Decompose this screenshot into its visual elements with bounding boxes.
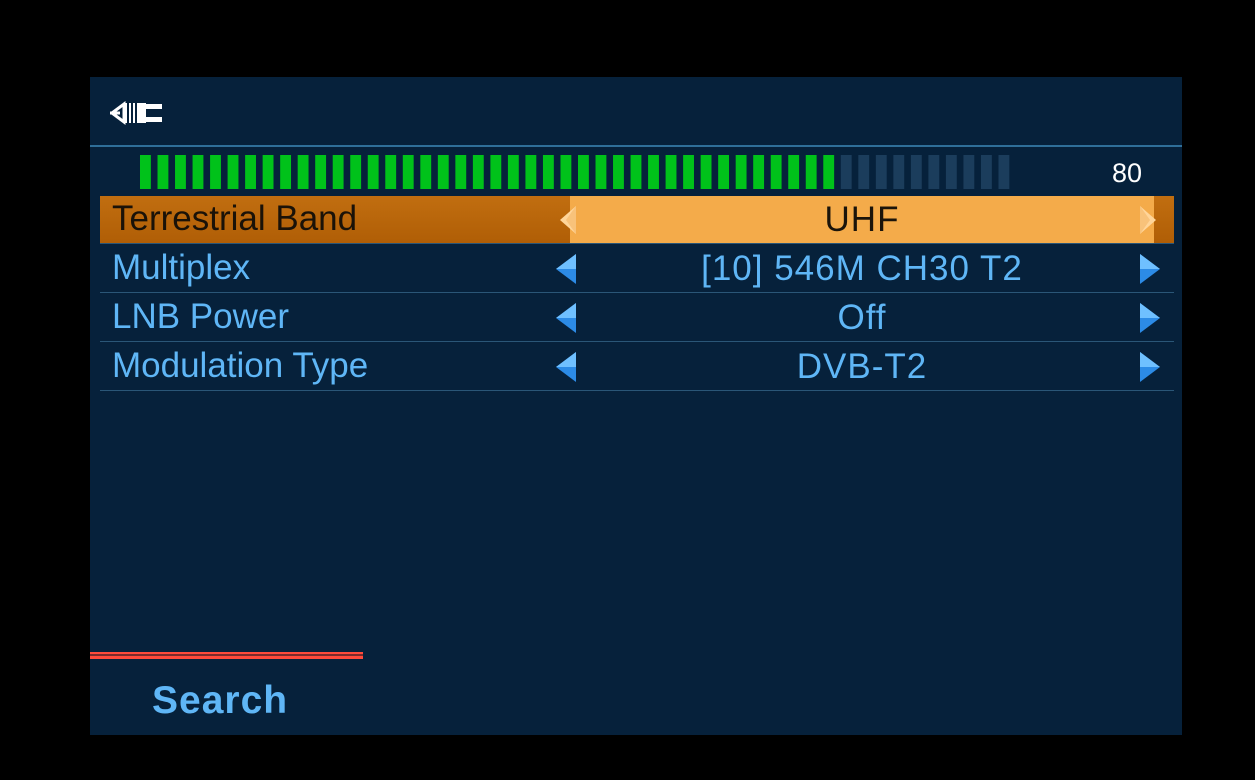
signal-segment-lit	[402, 155, 414, 189]
header-divider	[90, 145, 1182, 147]
signal-segment-unlit	[945, 155, 957, 189]
signal-segment-lit	[542, 155, 554, 189]
signal-segment-unlit	[998, 155, 1010, 189]
signal-segment-lit	[595, 155, 607, 189]
signal-value: 80	[1112, 158, 1143, 188]
signal-segment-lit	[437, 155, 449, 189]
signal-segment-unlit	[963, 155, 975, 189]
signal-segment-unlit	[840, 155, 852, 189]
signal-segment-unlit	[858, 155, 870, 189]
menu-value: UHF	[824, 200, 900, 239]
search-button[interactable]: Search	[152, 677, 288, 725]
menu-label: LNB Power	[112, 297, 290, 336]
signal-segment-lit	[192, 155, 204, 189]
signal-segment-lit	[332, 155, 344, 189]
menu-row-lnb-power[interactable]: LNB Power Off	[100, 294, 1174, 342]
signal-segment-lit	[367, 155, 379, 189]
menu-label: Terrestrial Band	[112, 199, 358, 238]
signal-segment-lit	[175, 155, 186, 189]
signal-segment-unlit	[893, 155, 905, 189]
arrow-right-icon[interactable]	[1138, 253, 1164, 285]
signal-segment-lit	[578, 155, 589, 189]
menu-value: Off	[837, 298, 887, 337]
signal-segment-lit	[297, 155, 309, 189]
signal-segment-lit	[210, 155, 221, 189]
signal-segment-lit	[805, 155, 817, 189]
signal-segment-lit	[683, 155, 694, 189]
menu-value: DVB-T2	[796, 347, 928, 386]
screen: 80 Terrestrial Band UHF Multiplex [10] 5…	[90, 77, 1182, 735]
menu-label: Modulation Type	[112, 346, 369, 385]
signal-segment-unlit	[928, 155, 940, 189]
arrow-right-icon[interactable]	[1138, 351, 1164, 383]
signal-segment-lit	[770, 155, 782, 189]
signal-segment-lit	[157, 155, 169, 189]
arrow-right-icon[interactable]	[1138, 204, 1164, 236]
signal-segment-lit	[630, 155, 642, 189]
search-tab-indicator	[90, 652, 363, 660]
signal-segment-lit	[648, 155, 659, 189]
signal-meter: 80	[140, 155, 1170, 189]
signal-segment-lit	[788, 155, 800, 189]
signal-segment-lit	[315, 155, 327, 189]
signal-segment-lit	[490, 155, 502, 189]
signal-segment-lit	[823, 155, 835, 189]
signal-segment-lit	[753, 155, 765, 189]
arrow-left-icon[interactable]	[552, 204, 578, 236]
signal-segment-lit	[735, 155, 747, 189]
signal-segment-lit	[507, 155, 519, 189]
menu-row-terrestrial-band[interactable]: Terrestrial Band UHF	[100, 196, 1174, 244]
signal-segment-lit	[665, 155, 677, 189]
arrow-left-icon[interactable]	[552, 302, 578, 334]
signal-segment-lit	[613, 155, 624, 189]
signal-segment-lit	[227, 155, 239, 189]
menu-row-modulation-type[interactable]: Modulation Type DVB-T2	[100, 343, 1174, 391]
signal-segment-lit	[420, 155, 432, 189]
arrow-right-icon[interactable]	[1138, 302, 1164, 334]
signal-segment-lit	[140, 155, 151, 189]
menu-value: [10] 546M CH30 T2	[701, 249, 1023, 288]
signal-segment-lit	[525, 155, 537, 189]
signal-level-bar	[140, 155, 1010, 189]
signal-segment-lit	[350, 155, 362, 189]
signal-segment-lit	[700, 155, 712, 189]
signal-segment-lit	[718, 155, 730, 189]
menu-label: Multiplex	[112, 248, 251, 287]
signal-segment-lit	[280, 155, 292, 189]
arrow-left-icon[interactable]	[552, 253, 578, 285]
signal-segment-unlit	[980, 155, 992, 189]
signal-segment-unlit	[875, 155, 887, 189]
signal-segment-lit	[245, 155, 256, 189]
signal-segment-lit	[560, 155, 572, 189]
menu-row-multiplex[interactable]: Multiplex [10] 546M CH30 T2	[100, 245, 1174, 293]
arrow-left-icon[interactable]	[552, 351, 578, 383]
signal-segment-lit	[455, 155, 467, 189]
settings-menu: Terrestrial Band UHF Multiplex [10] 546M…	[100, 196, 1174, 392]
header	[90, 77, 1182, 145]
signal-segment-unlit	[910, 155, 922, 189]
signal-segment-lit	[385, 155, 397, 189]
signal-segment-lit	[262, 155, 274, 189]
signal-segment-lit	[472, 155, 484, 189]
antenna-cable-icon	[110, 101, 162, 125]
